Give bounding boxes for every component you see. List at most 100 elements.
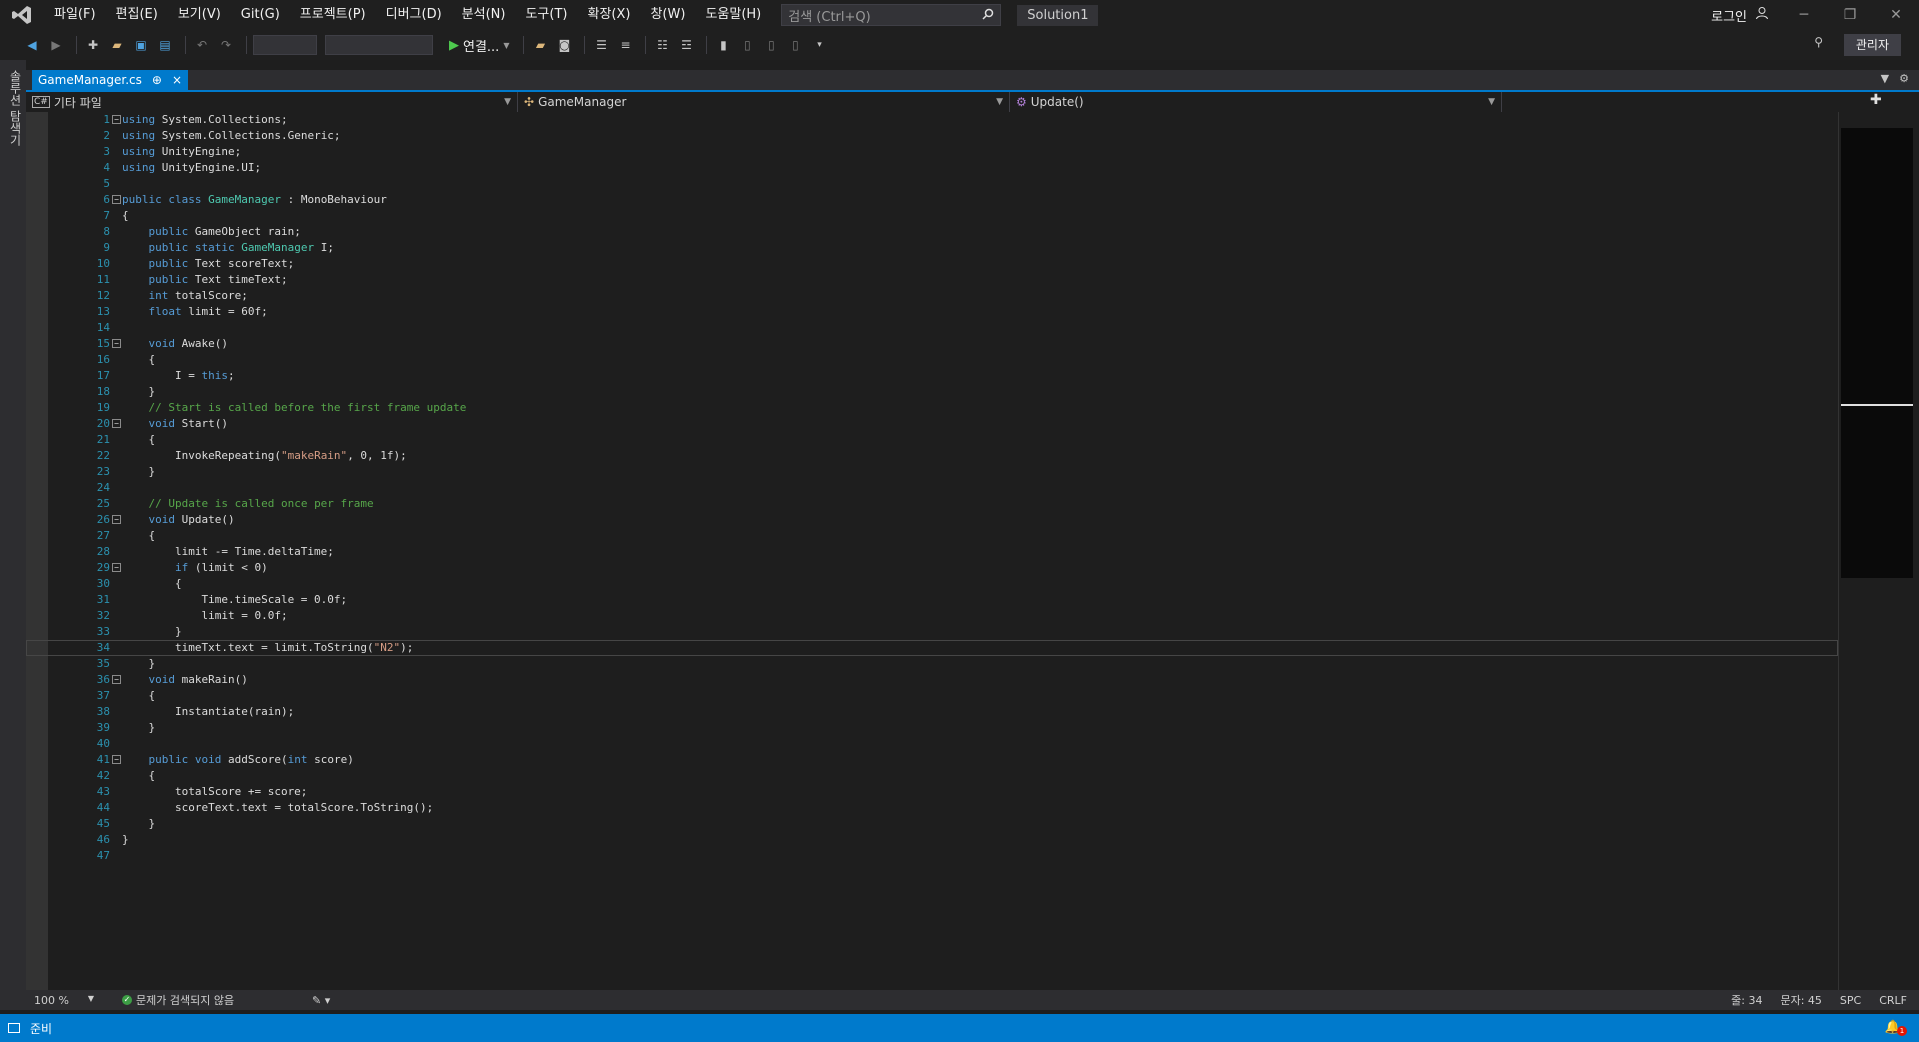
comment-icon[interactable]: ☷ bbox=[652, 35, 672, 55]
fold-toggle-icon[interactable]: − bbox=[112, 755, 121, 764]
minimap-scrollbar[interactable] bbox=[1838, 112, 1913, 990]
code-line[interactable]: 31 Time.timeScale = 0.0f; bbox=[26, 592, 1838, 608]
menu-extensions[interactable]: 확장(X) bbox=[577, 0, 640, 30]
solution-name[interactable]: Solution1 bbox=[1017, 4, 1099, 26]
code-line[interactable]: 45 } bbox=[26, 816, 1838, 832]
code-line[interactable]: 17 I = this; bbox=[26, 368, 1838, 384]
code-line[interactable]: 35 } bbox=[26, 656, 1838, 672]
code-line[interactable]: 14 bbox=[26, 320, 1838, 336]
code-line[interactable]: 13 float limit = 60f; bbox=[26, 304, 1838, 320]
fold-toggle-icon[interactable]: − bbox=[112, 195, 121, 204]
code-line[interactable]: 27 { bbox=[26, 528, 1838, 544]
code-line[interactable]: 42 { bbox=[26, 768, 1838, 784]
menu-window[interactable]: 창(W) bbox=[640, 0, 695, 30]
menu-view[interactable]: 보기(V) bbox=[168, 0, 231, 30]
save-icon[interactable]: ▣ bbox=[131, 35, 151, 55]
code-line[interactable]: 26− void Update() bbox=[26, 512, 1838, 528]
close-tab-icon[interactable]: × bbox=[172, 73, 182, 87]
code-line[interactable]: 46} bbox=[26, 832, 1838, 848]
tab-gamemanager[interactable]: GameManager.cs ⊕ × bbox=[32, 70, 189, 90]
platform-combo[interactable] bbox=[325, 35, 433, 55]
code-line[interactable]: 4 using UnityEngine.UI; bbox=[26, 160, 1838, 176]
code-line[interactable]: 36− void makeRain() bbox=[26, 672, 1838, 688]
back-icon[interactable]: ◀ bbox=[22, 35, 42, 55]
whitespace-indicator[interactable]: SPC bbox=[1840, 994, 1861, 1007]
menu-tools[interactable]: 도구(T) bbox=[515, 0, 577, 30]
code-line[interactable]: 22 InvokeRepeating("makeRain", 0, 1f); bbox=[26, 448, 1838, 464]
uncomment-icon[interactable]: ☲ bbox=[676, 35, 696, 55]
pin-icon[interactable]: ⚲ bbox=[1814, 35, 1823, 49]
code-line[interactable]: 21 { bbox=[26, 432, 1838, 448]
menu-edit[interactable]: 편집(E) bbox=[106, 0, 168, 30]
code-line[interactable]: 16 { bbox=[26, 352, 1838, 368]
menu-file[interactable]: 파일(F) bbox=[44, 0, 106, 30]
prev-bookmark-icon[interactable]: ▯ bbox=[737, 35, 757, 55]
split-editor-icon[interactable]: ✚ bbox=[1870, 92, 1882, 108]
code-line[interactable]: 38 Instantiate(rain); bbox=[26, 704, 1838, 720]
code-line[interactable]: 1− using System.Collections; bbox=[26, 112, 1838, 128]
format-icon[interactable]: ☰ bbox=[591, 35, 611, 55]
code-line[interactable]: 44 scoreText.text = totalScore.ToString(… bbox=[26, 800, 1838, 816]
code-line[interactable]: 9 public static GameManager I; bbox=[26, 240, 1838, 256]
code-line[interactable]: 18 } bbox=[26, 384, 1838, 400]
run-button[interactable]: ▶ 연결... ▼ bbox=[449, 36, 509, 55]
code-line[interactable]: 25 // Update is called once per frame bbox=[26, 496, 1838, 512]
code-line[interactable]: 41− public void addScore(int score) bbox=[26, 752, 1838, 768]
clear-bookmarks-icon[interactable]: ▯ bbox=[785, 35, 805, 55]
zoom-dropdown[interactable]: 100 % ▼ bbox=[26, 994, 94, 1007]
code-line[interactable]: 23 } bbox=[26, 464, 1838, 480]
column-indicator[interactable]: 문자: 45 bbox=[1780, 992, 1821, 1008]
code-line[interactable]: 19 // Start is called before the first f… bbox=[26, 400, 1838, 416]
issues-indicator[interactable]: ✓ 문제가 검색되지 않음 bbox=[122, 992, 282, 1008]
line-indicator[interactable]: 줄: 34 bbox=[1731, 992, 1762, 1008]
code-line[interactable]: 28 limit -= Time.deltaTime; bbox=[26, 544, 1838, 560]
new-project-icon[interactable]: ✚ bbox=[83, 35, 103, 55]
code-line[interactable]: 7{ bbox=[26, 208, 1838, 224]
undo-icon[interactable]: ↶ bbox=[192, 35, 212, 55]
minimize-icon[interactable]: ─ bbox=[1781, 0, 1827, 30]
code-line[interactable]: 20− void Start() bbox=[26, 416, 1838, 432]
toolbar-overflow-icon[interactable]: ▾ bbox=[809, 35, 829, 55]
minimap-viewport[interactable] bbox=[1841, 128, 1913, 578]
solution-explorer-tab[interactable]: 솔루션 탐색기 bbox=[7, 70, 24, 146]
code-line[interactable]: 2 using System.Collections.Generic; bbox=[26, 128, 1838, 144]
menu-analyze[interactable]: 분석(N) bbox=[452, 0, 516, 30]
search-input[interactable]: 검색 (Ctrl+Q) bbox=[781, 4, 1002, 26]
class-dropdown[interactable]: ✣ GameManager ▼ bbox=[518, 92, 1010, 112]
code-line[interactable]: 34 timeTxt.text = limit.ToString("N2"); bbox=[26, 640, 1838, 656]
close-icon[interactable]: ✕ bbox=[1873, 0, 1919, 30]
code-line[interactable]: 12 int totalScore; bbox=[26, 288, 1838, 304]
code-line[interactable]: 40 bbox=[26, 736, 1838, 752]
code-line[interactable]: 47 bbox=[26, 848, 1838, 864]
code-line[interactable]: 32 limit = 0.0f; bbox=[26, 608, 1838, 624]
fold-toggle-icon[interactable]: − bbox=[112, 563, 121, 572]
menu-help[interactable]: 도움말(H) bbox=[695, 0, 771, 30]
project-dropdown[interactable]: C# 기타 파일 ▼ bbox=[26, 92, 518, 112]
code-line[interactable]: 37 { bbox=[26, 688, 1838, 704]
code-line[interactable]: 29− if (limit < 0) bbox=[26, 560, 1838, 576]
code-line[interactable]: 6− public class GameManager : MonoBehavio… bbox=[26, 192, 1838, 208]
brush-icon[interactable]: ✎ ▾ bbox=[312, 994, 330, 1007]
configuration-combo[interactable] bbox=[253, 35, 317, 55]
admin-badge[interactable]: 관리자 bbox=[1843, 34, 1901, 56]
code-editor[interactable]: 1− using System.Collections; 2 using System… bbox=[26, 112, 1838, 990]
menu-git[interactable]: Git(G) bbox=[231, 0, 290, 30]
fold-toggle-icon[interactable]: − bbox=[112, 419, 121, 428]
menu-debug[interactable]: 디버그(D) bbox=[376, 0, 452, 30]
forward-icon[interactable]: ▶ bbox=[46, 35, 66, 55]
member-dropdown[interactable]: ⚙ Update() ▼ bbox=[1010, 92, 1502, 112]
next-bookmark-icon[interactable]: ▯ bbox=[761, 35, 781, 55]
login-button[interactable]: 로그인 bbox=[1711, 0, 1769, 30]
code-line[interactable]: 3 using UnityEngine; bbox=[26, 144, 1838, 160]
pin-tab-icon[interactable]: ⊕ bbox=[152, 73, 162, 87]
indent-icon[interactable]: ≡ bbox=[615, 35, 635, 55]
screenshot-icon[interactable]: ◙ bbox=[554, 35, 574, 55]
tab-dropdown-icon[interactable]: ▼ bbox=[1881, 72, 1889, 85]
code-line[interactable]: 33 } bbox=[26, 624, 1838, 640]
fold-toggle-icon[interactable]: − bbox=[112, 515, 121, 524]
code-line[interactable]: 43 totalScore += score; bbox=[26, 784, 1838, 800]
code-line[interactable]: 5 bbox=[26, 176, 1838, 192]
fold-toggle-icon[interactable]: − bbox=[112, 675, 121, 684]
gear-icon[interactable]: ⚙ bbox=[1899, 72, 1909, 85]
bookmark-icon[interactable]: ▮ bbox=[713, 35, 733, 55]
